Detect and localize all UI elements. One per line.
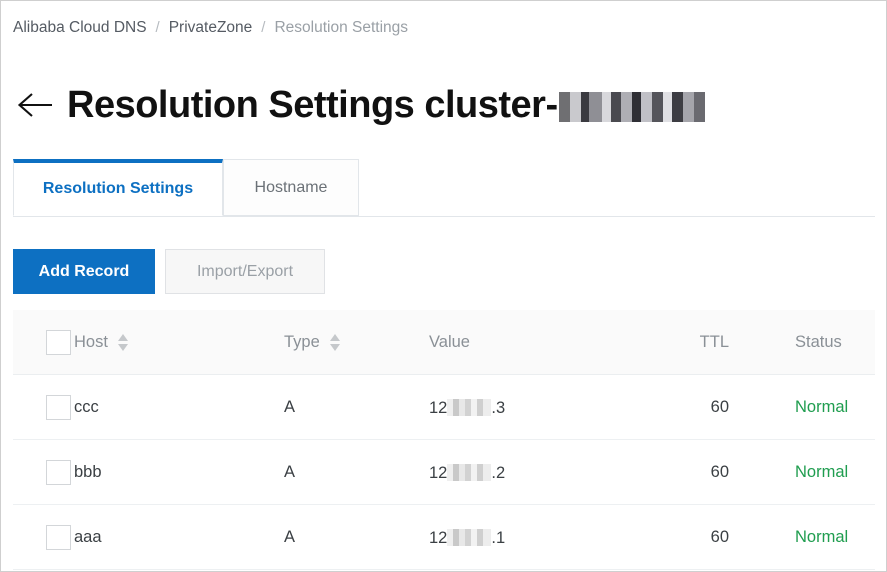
import-export-button[interactable]: Import/Export [165, 249, 325, 294]
column-header-type[interactable]: Type [284, 333, 429, 352]
cell-ttl: 60 [710, 527, 729, 546]
cell-value-suffix: .2 [491, 464, 506, 482]
column-header-value: Value [429, 333, 654, 352]
row-select-cell [13, 524, 74, 550]
cell-ttl: 60 [710, 462, 729, 481]
column-header-label: TTL [699, 332, 729, 351]
tab-hostname[interactable]: Hostname [223, 159, 359, 216]
breadcrumb-separator: / [261, 19, 266, 37]
row-select-cell [13, 459, 74, 485]
cell-value: 12 .3 [429, 396, 654, 418]
tab-bar: Resolution Settings Hostname [13, 159, 875, 217]
breadcrumb-item-0[interactable]: Alibaba Cloud DNS [13, 20, 147, 36]
redacted-cluster-id [558, 92, 705, 122]
cell-value-prefix: 12 [429, 464, 448, 482]
status-badge: Normal [795, 527, 849, 546]
breadcrumb-separator: / [155, 19, 160, 37]
column-header-label: Status [795, 332, 842, 351]
add-record-button[interactable]: Add Record [13, 249, 155, 294]
row-checkbox[interactable] [46, 524, 71, 550]
breadcrumb-item-2: Resolution Settings [274, 19, 409, 36]
cell-ttl: 60 [710, 397, 729, 416]
select-all-checkbox[interactable] [46, 329, 71, 355]
toolbar: Add Record Import/Export [13, 249, 325, 294]
redacted-ip-segment [447, 399, 492, 416]
column-header-label: Value [429, 332, 470, 351]
page-root: Alibaba Cloud DNS / PrivateZone / Resolu… [0, 0, 887, 572]
cell-type: A [284, 527, 296, 546]
cell-value-suffix: .1 [491, 529, 506, 547]
tab-resolution-settings[interactable]: Resolution Settings [13, 159, 223, 216]
sort-arrows-icon[interactable] [117, 333, 128, 351]
status-badge: Normal [795, 462, 849, 481]
column-header-label: Host [74, 332, 108, 351]
table-header-row: Host Type Value TTL Status [13, 310, 875, 375]
cell-value: 12 .2 [429, 461, 654, 483]
tab-label: Hostname [254, 178, 328, 196]
table-row: ccc A 12 .3 60 Normal [13, 375, 875, 440]
page-title-text: Resolution Settings cluster- [67, 84, 558, 126]
cell-value-prefix: 12 [429, 399, 448, 417]
cell-type: A [284, 397, 296, 416]
table-row: aaa A 12 .1 60 Normal [13, 505, 875, 570]
row-checkbox[interactable] [46, 459, 71, 485]
column-header-host[interactable]: Host [74, 333, 284, 352]
import-export-label: Import/Export [196, 262, 294, 280]
cell-host: bbb [74, 462, 102, 481]
table-row: bbb A 12 .2 60 Normal [13, 440, 875, 505]
breadcrumb-item-1[interactable]: PrivateZone [169, 20, 253, 36]
cell-value-suffix: .3 [491, 399, 506, 417]
page-title: Resolution Settings cluster- [67, 86, 705, 124]
add-record-label: Add Record [38, 262, 130, 280]
tab-label: Resolution Settings [42, 180, 194, 197]
column-header-ttl: TTL [654, 333, 729, 352]
cell-type: A [284, 462, 296, 481]
row-checkbox[interactable] [46, 394, 71, 420]
cell-host: aaa [74, 527, 102, 546]
breadcrumb: Alibaba Cloud DNS / PrivateZone / Resolu… [13, 20, 408, 36]
column-header-status: Status [729, 333, 869, 352]
cell-value-prefix: 12 [429, 529, 448, 547]
cell-value: 12 .1 [429, 526, 654, 548]
arrow-left-icon[interactable] [15, 85, 55, 125]
select-all-cell [13, 329, 74, 355]
redacted-ip-segment [447, 464, 492, 481]
row-select-cell [13, 394, 74, 420]
records-table: Host Type Value TTL Status ccc A 12 .3 6… [13, 310, 875, 570]
column-header-label: Type [284, 332, 320, 351]
redacted-ip-segment [447, 529, 492, 546]
cell-host: ccc [74, 397, 99, 416]
status-badge: Normal [795, 397, 849, 416]
sort-arrows-icon[interactable] [329, 333, 340, 351]
page-header: Resolution Settings cluster- [15, 75, 705, 135]
